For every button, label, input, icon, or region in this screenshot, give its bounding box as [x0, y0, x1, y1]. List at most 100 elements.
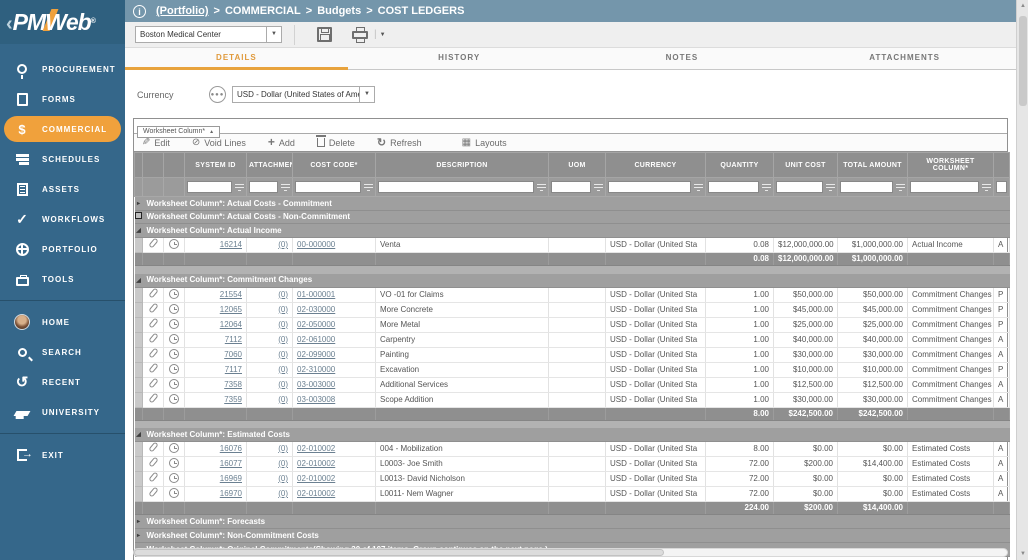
ledger-row[interactable]: 16214(0)00-000000VentaUSD - Dollar (Unit…	[135, 238, 1010, 253]
ledger-row[interactable]: 12065(0)02-030000More ConcreteUSD - Doll…	[135, 302, 1010, 317]
paperclip-icon[interactable]	[148, 457, 158, 468]
cell-link-system_id[interactable]: 7060	[224, 350, 242, 359]
collapse-icon[interactable]: ▸	[137, 519, 140, 525]
ledger-row[interactable]: 16969(0)02-010002L0013- David NicholsonU…	[135, 472, 1010, 487]
paperclip-icon[interactable]	[148, 487, 158, 498]
attachment-cell[interactable]	[143, 487, 164, 502]
paperclip-icon[interactable]	[148, 347, 158, 358]
group-expander-cell[interactable]: ◢	[135, 428, 143, 442]
paperclip-icon[interactable]	[148, 362, 158, 373]
column-header-worksheet_column[interactable]: WORKSHEET COLUMN*	[908, 153, 994, 178]
cell-link-system_id[interactable]: 7358	[224, 380, 242, 389]
filter-funnel-icon[interactable]	[982, 183, 991, 191]
filter-funnel-icon[interactable]	[826, 183, 835, 191]
ledger-row[interactable]: 21554(0)01-000001VO -01 for ClaimsUSD - …	[135, 287, 1010, 302]
cell-link-cost_code[interactable]: 03-003008	[297, 395, 335, 404]
ledger-row[interactable]: 7359(0)03-003008Scope AdditionUSD - Doll…	[135, 392, 1010, 407]
cell-link-system_id[interactable]: 7112	[225, 335, 242, 344]
filter-input-description[interactable]	[378, 181, 534, 193]
breadcrumb-item-commercial[interactable]: COMMERCIAL	[225, 5, 301, 17]
expand-icon[interactable]: ◢	[136, 432, 141, 438]
collapse-icon[interactable]: ▸	[137, 533, 140, 539]
tab-history[interactable]: HISTORY	[348, 48, 571, 69]
cell-link-attachments[interactable]: (0)	[278, 335, 288, 344]
ledger-row[interactable]: 12064(0)02-050000More MetalUSD - Dollar …	[135, 317, 1010, 332]
history-cell[interactable]	[164, 287, 185, 302]
paperclip-icon[interactable]	[148, 332, 158, 343]
ledger-row[interactable]: 7060(0)02-099000PaintingUSD - Dollar (Un…	[135, 347, 1010, 362]
breadcrumb-item-budgets[interactable]: Budgets	[317, 5, 361, 17]
attachment-cell[interactable]	[143, 472, 164, 487]
clock-icon[interactable]	[169, 458, 179, 468]
filter-input-currency[interactable]	[608, 181, 691, 193]
sidebar-item-portfolio[interactable]: PORTFOLIO	[0, 234, 125, 264]
cell-link-system_id[interactable]: 16969	[220, 474, 242, 483]
sidebar-item-home[interactable]: HOME	[0, 307, 125, 337]
cell-link-attachments[interactable]: (0)	[278, 459, 288, 468]
clock-icon[interactable]	[169, 443, 179, 453]
breadcrumb-item-cost-ledgers[interactable]: COST LEDGERS	[378, 5, 465, 17]
attachment-cell[interactable]	[143, 392, 164, 407]
filter-input-unit_cost[interactable]	[776, 181, 823, 193]
scroll-down-icon[interactable]: ▼	[1017, 551, 1028, 557]
group-expander-cell[interactable]: ◢	[135, 274, 143, 288]
info-icon[interactable]: i	[133, 5, 146, 18]
cell-link-attachments[interactable]: (0)	[278, 365, 288, 374]
horizontal-scrollbar-thumb[interactable]	[134, 549, 664, 556]
attachment-cell[interactable]	[143, 457, 164, 472]
ledger-row[interactable]: 16970(0)02-010002L0011- Nem WagnerUSD - …	[135, 487, 1010, 502]
filter-funnel-icon[interactable]	[537, 183, 546, 191]
group-expander-cell[interactable]	[135, 211, 143, 224]
filter-funnel-icon[interactable]	[896, 183, 905, 191]
group-row[interactable]: ▸Worksheet Column*: Actual Costs - Commi…	[135, 197, 1010, 211]
filter-input-attachments[interactable]	[249, 181, 278, 193]
column-header-total_amount[interactable]: TOTAL AMOUNT	[838, 153, 908, 178]
edit-button[interactable]: Edit	[142, 137, 170, 148]
project-selector[interactable]: Boston Medical Center ▼	[135, 26, 282, 43]
sidebar-item-workflows[interactable]: ✓WORKFLOWS	[0, 204, 125, 234]
clock-icon[interactable]	[169, 289, 179, 299]
filter-funnel-icon[interactable]	[762, 183, 771, 191]
filter-input-cost_code[interactable]	[295, 181, 361, 193]
history-cell[interactable]	[164, 377, 185, 392]
filter-input-total_amount[interactable]	[840, 181, 893, 193]
layouts-button[interactable]: Layouts	[462, 137, 507, 148]
history-cell[interactable]	[164, 332, 185, 347]
delete-button[interactable]: Delete	[317, 138, 355, 148]
cell-link-system_id[interactable]: 12064	[220, 320, 242, 329]
ledger-row[interactable]: 7117(0)02-310000ExcavationUSD - Dollar (…	[135, 362, 1010, 377]
cell-link-system_id[interactable]: 16214	[220, 240, 242, 249]
cell-link-attachments[interactable]: (0)	[278, 489, 288, 498]
vertical-scrollbar[interactable]: ▲ ▼	[1016, 0, 1028, 560]
sidebar-item-procurement[interactable]: PROCUREMENT	[0, 54, 125, 84]
refresh-button[interactable]: Refresh	[377, 136, 422, 149]
paperclip-icon[interactable]	[148, 302, 158, 313]
paperclip-icon[interactable]	[148, 287, 158, 298]
column-header-attachments[interactable]: ATTACHMEN	[247, 153, 293, 178]
currency-selector[interactable]: USD - Dollar (United States of Ameri ▼	[232, 86, 375, 103]
attachment-cell[interactable]	[143, 238, 164, 253]
clock-icon[interactable]	[169, 334, 179, 344]
clock-icon[interactable]	[169, 349, 179, 359]
group-row[interactable]: ◢Worksheet Column*: Actual Income	[135, 224, 1010, 238]
clock-icon[interactable]	[169, 239, 179, 249]
paperclip-icon[interactable]	[148, 377, 158, 388]
cell-link-cost_code[interactable]: 02-010002	[297, 444, 335, 453]
cell-link-attachments[interactable]: (0)	[278, 320, 288, 329]
cell-link-attachments[interactable]: (0)	[278, 350, 288, 359]
print-icon[interactable]	[352, 31, 368, 39]
sidebar-item-recent[interactable]: ↺RECENT	[0, 367, 125, 397]
cell-link-attachments[interactable]: (0)	[278, 305, 288, 314]
cell-link-cost_code[interactable]: 02-010002	[297, 459, 335, 468]
history-cell[interactable]	[164, 317, 185, 332]
clock-icon[interactable]	[169, 319, 179, 329]
attachment-cell[interactable]	[143, 442, 164, 457]
history-cell[interactable]	[164, 442, 185, 457]
group-expander-cell[interactable]: ◢	[135, 224, 143, 238]
sidebar-item-forms[interactable]: FORMS	[0, 84, 125, 114]
collapse-icon[interactable]: ▸	[137, 201, 140, 207]
cell-link-system_id[interactable]: 21554	[220, 290, 242, 299]
tab-notes[interactable]: NOTES	[571, 48, 794, 69]
group-expander-cell[interactable]: ▸	[135, 515, 143, 529]
filter-input-quantity[interactable]	[708, 181, 759, 193]
